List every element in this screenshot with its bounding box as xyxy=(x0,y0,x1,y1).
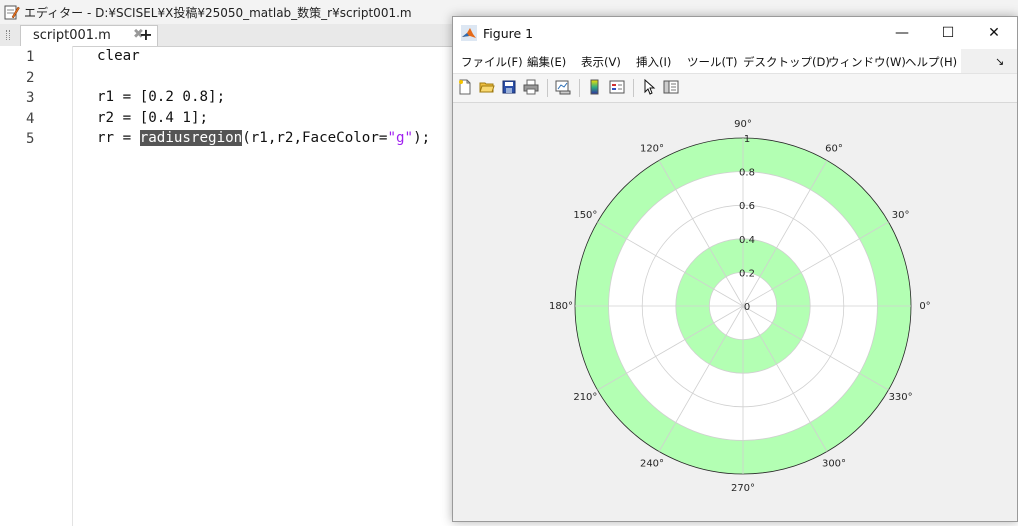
figure-window[interactable]: Figure 1 — ☐ ✕ ファイル(F) 編集(E) 表示(V) 挿入(I)… xyxy=(452,16,1018,522)
r-tick-label: 0.2 xyxy=(739,268,755,279)
theta-tick-label: 120° xyxy=(640,143,664,154)
menu-help[interactable]: ヘルプ(H) xyxy=(905,54,957,70)
menu-file[interactable]: ファイル(F) xyxy=(461,54,523,70)
menu-desktop[interactable]: デスクトップ(D) xyxy=(743,54,830,70)
line-number-gutter: 1 2 3 4 5 xyxy=(0,46,73,526)
theta-tick-label: 330° xyxy=(889,392,913,403)
code-text: ); xyxy=(413,130,431,146)
code-line-1: clear xyxy=(97,48,140,64)
polar-plot-area[interactable]: 0° 30° 60° 90° 120° 150° 180° 210° 240° 270° 300° 3… xyxy=(453,102,1017,521)
theta-tick-label: 150° xyxy=(573,210,597,221)
r-tick-label: 0.6 xyxy=(739,201,755,212)
colorbar-icon[interactable] xyxy=(587,79,603,95)
highlighted-function: radiusregion xyxy=(139,130,243,146)
r-tick-label: 0 xyxy=(744,302,750,313)
line-number: 5 xyxy=(26,131,35,147)
r-tick-label: 0.4 xyxy=(739,235,755,246)
line-number: 1 xyxy=(26,49,35,65)
polar-axes[interactable]: 0° 30° 60° 90° 120° 150° 180° 210° 240° 270° 300° 3… xyxy=(453,102,1017,521)
property-inspector-icon[interactable] xyxy=(663,79,679,95)
menu-window[interactable]: ウィンドウ(W) xyxy=(828,54,906,70)
theta-tick-label: 270° xyxy=(731,483,755,494)
theta-tick-label: 0° xyxy=(919,301,930,312)
theta-tick-label: 300° xyxy=(822,459,846,470)
add-tab-button[interactable]: + xyxy=(135,25,157,45)
toolbar-separator xyxy=(547,79,548,97)
theta-tick-label: 30° xyxy=(892,210,910,221)
menu-tools[interactable]: ツール(T) xyxy=(687,54,738,70)
theta-tick-label: 180° xyxy=(549,301,573,312)
theta-tick-label: 90° xyxy=(734,119,752,130)
theta-tick-label: 60° xyxy=(825,143,843,154)
matlab-logo-icon xyxy=(461,25,477,41)
menu-insert[interactable]: 挿入(I) xyxy=(636,54,671,70)
string-literal: "g" xyxy=(387,130,414,146)
theta-tick-label: 240° xyxy=(640,459,664,470)
code-text: rr = xyxy=(97,130,140,146)
minimize-button[interactable]: — xyxy=(879,17,925,49)
close-button[interactable]: ✕ xyxy=(971,17,1017,49)
print-icon[interactable] xyxy=(523,79,539,95)
maximize-button[interactable]: ☐ xyxy=(925,17,971,49)
toolbar-separator xyxy=(579,79,580,97)
code-line-5: rr = radiusregion(r1,r2,FaceColor="g"); xyxy=(97,130,430,146)
link-plot-icon[interactable] xyxy=(555,79,571,95)
code-line-3: r1 = [0.2 0.8]; xyxy=(97,89,226,105)
code-text: (r1,r2,FaceColor= xyxy=(242,130,388,146)
figure-toolbar xyxy=(453,73,1017,103)
menu-view[interactable]: 表示(V) xyxy=(581,54,621,70)
open-file-icon[interactable] xyxy=(479,79,495,95)
theta-tick-label: 210° xyxy=(573,392,597,403)
menu-overflow-icon[interactable]: ↘ xyxy=(995,55,1004,68)
code-line-4: r2 = [0.4 1]; xyxy=(97,110,209,126)
tab-label: script001.m xyxy=(33,28,111,43)
figure-title: Figure 1 xyxy=(483,26,534,41)
r-tick-label: 0.8 xyxy=(739,168,755,179)
figure-titlebar[interactable]: Figure 1 — ☐ ✕ xyxy=(453,17,1017,49)
figure-menubar: ファイル(F) 編集(E) 表示(V) 挿入(I) ツール(T) デスクトップ(… xyxy=(453,49,961,73)
tab-grip[interactable] xyxy=(6,30,10,40)
editor-title: エディター - D:¥SCISEL¥X投稿¥25050_matlab_数策_r¥… xyxy=(24,6,412,20)
pointer-icon[interactable] xyxy=(641,79,657,95)
toolbar-separator xyxy=(633,79,634,97)
new-figure-icon[interactable] xyxy=(457,79,473,95)
menu-edit[interactable]: 編集(E) xyxy=(527,54,566,70)
editor-icon xyxy=(4,5,20,20)
line-number: 4 xyxy=(26,111,35,127)
line-number: 3 xyxy=(26,90,35,106)
save-icon[interactable] xyxy=(501,79,517,95)
legend-icon[interactable] xyxy=(609,79,625,95)
r-tick-label: 1 xyxy=(744,134,750,145)
line-number: 2 xyxy=(26,70,35,86)
